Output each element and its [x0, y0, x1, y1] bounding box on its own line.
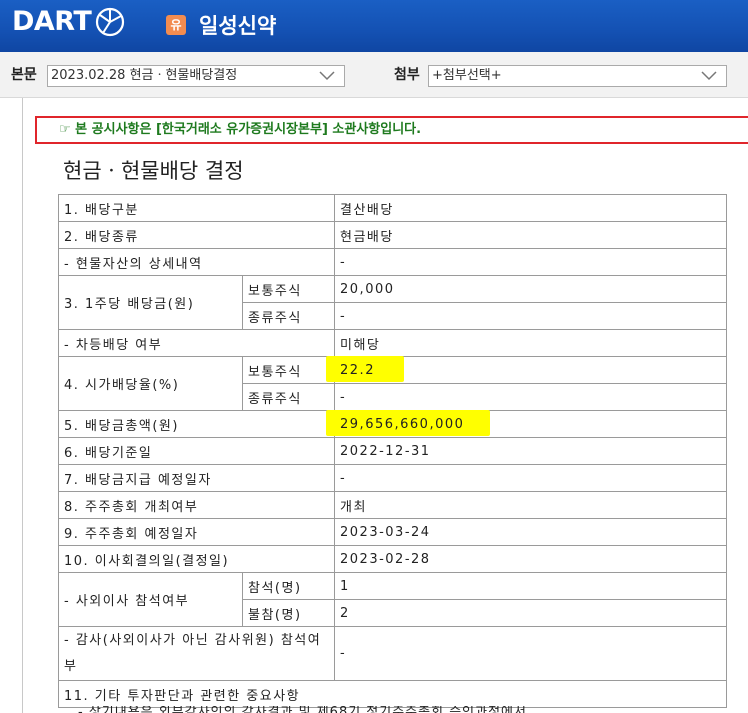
dividend-table: 1. 배당구분 결산배당 2. 배당종류 현금배당 - 현물자산의 상세내역 -…: [57, 194, 728, 708]
row-sublabel: 보통주식: [241, 275, 336, 303]
row-label: 1. 배당구분: [57, 194, 336, 222]
table-row: - 사외이사 참석여부 참석(명) 1: [58, 572, 728, 627]
row-value: 결산배당: [334, 194, 728, 222]
row-sublabel: 불참(명): [241, 599, 336, 627]
notice-banner: ☞ 본 공시사항은 [한국거래소 유가증권시장본부] 소관사항입니다.: [35, 116, 748, 144]
row-label: 2. 배당종류: [57, 221, 336, 249]
row-value: 현금배당: [334, 221, 728, 249]
row-label: 8. 주주총회 개최여부: [57, 491, 336, 519]
row-label: 9. 주주총회 예정일자: [57, 518, 336, 546]
table-row: 8. 주주총회 개최여부 개최: [57, 491, 728, 519]
table-row: 4. 시가배당율(%) 보통주식 22.2: [58, 356, 728, 411]
row-value: 개최: [334, 491, 728, 519]
row-value: 2023-03-24: [334, 518, 728, 546]
row-value: -: [334, 626, 728, 681]
highlighted-yield: 22.2: [340, 362, 375, 378]
attach-label: 첨부: [394, 67, 420, 83]
chevron-down-icon: [701, 71, 717, 81]
row-label: - 감사(사외이사가 아닌 감사위원) 참석여부: [57, 626, 336, 681]
row-label: 10. 이사회결의일(결정일): [57, 545, 336, 573]
document-selector-bar: 본문 2023.02.28 현금ㆍ현물배당결정 첨부 +첨부선택+: [0, 52, 748, 98]
highlighted-total: 29,656,660,000: [340, 416, 465, 432]
row-value: 2022-12-31: [334, 437, 728, 465]
table-row: - 감사(사외이사가 아닌 감사위원) 참석여부 -: [57, 626, 728, 681]
body-select[interactable]: 2023.02.28 현금ㆍ현물배당결정: [47, 65, 345, 87]
row-label: - 사외이사 참석여부: [58, 572, 243, 627]
row-label: 11. 기타 투자판단과 관련한 중요사항: [57, 680, 728, 708]
table-row: 10. 이사회결의일(결정일) 2023-02-28: [57, 545, 728, 573]
row-value: -: [334, 248, 728, 276]
attach-select[interactable]: +첨부선택+: [428, 65, 727, 87]
table-row: 5. 배당금총액(원) 29,656,660,000: [57, 410, 728, 438]
dart-emblem-icon: [95, 7, 125, 37]
attach-select-value: +첨부선택+: [432, 68, 502, 83]
row-label: - 차등배당 여부: [57, 329, 336, 357]
row-value: -: [334, 464, 728, 492]
table-row: - 현물자산의 상세내역 -: [57, 248, 728, 276]
row-value: 1: [334, 572, 728, 600]
table-row: - 차등배당 여부 미해당: [57, 329, 728, 357]
table-row: 1. 배당구분 결산배당: [57, 194, 728, 222]
row-value-highlighted: 22.2: [334, 356, 728, 384]
document-title: 현금ㆍ현물배당 결정: [63, 159, 244, 183]
row-label: - 현물자산의 상세내역: [57, 248, 336, 276]
market-badge: 유: [166, 15, 186, 35]
row-label: 3. 1주당 배당금(원): [58, 275, 243, 330]
row-label: 6. 배당기준일: [57, 437, 336, 465]
company-name: 일성신약: [199, 14, 277, 38]
row-label: 4. 시가배당율(%): [58, 356, 243, 411]
body-select-value: 2023.02.28 현금ㆍ현물배당결정: [51, 68, 238, 83]
row-value: 미해당: [334, 329, 728, 357]
table-row: 6. 배당기준일 2022-12-31: [57, 437, 728, 465]
dart-logo[interactable]: DART: [12, 7, 92, 37]
table-row: 2. 배당종류 현금배당: [57, 221, 728, 249]
row-value-highlighted: 29,656,660,000: [334, 410, 728, 438]
cutoff-text: - 상기내용은 외부감사인의 감사결과 및 제68기 정기주주총회 승인과정에서: [58, 706, 726, 713]
row-sublabel: 종류주식: [241, 383, 336, 411]
row-sublabel: 참석(명): [241, 572, 336, 600]
table-row: 9. 주주총회 예정일자 2023-03-24: [57, 518, 728, 546]
row-sublabel: 종류주식: [241, 302, 336, 330]
body-label: 본문: [11, 67, 37, 83]
row-sublabel: 보통주식: [241, 356, 336, 384]
row-value: -: [334, 383, 728, 411]
row-value: 20,000: [334, 275, 728, 303]
chevron-down-icon: [319, 71, 335, 81]
table-row: 3. 1주당 배당금(원) 보통주식 20,000: [58, 275, 728, 330]
row-value: 2023-02-28: [334, 545, 728, 573]
table-row: 11. 기타 투자판단과 관련한 중요사항: [57, 680, 728, 708]
row-value: 2: [334, 599, 728, 627]
row-value: -: [334, 302, 728, 330]
table-row: 7. 배당금지급 예정일자 -: [57, 464, 728, 492]
top-header: DART 유 일성신약: [0, 0, 748, 52]
row-label: 5. 배당금총액(원): [57, 410, 336, 438]
row-label: 7. 배당금지급 예정일자: [57, 464, 336, 492]
